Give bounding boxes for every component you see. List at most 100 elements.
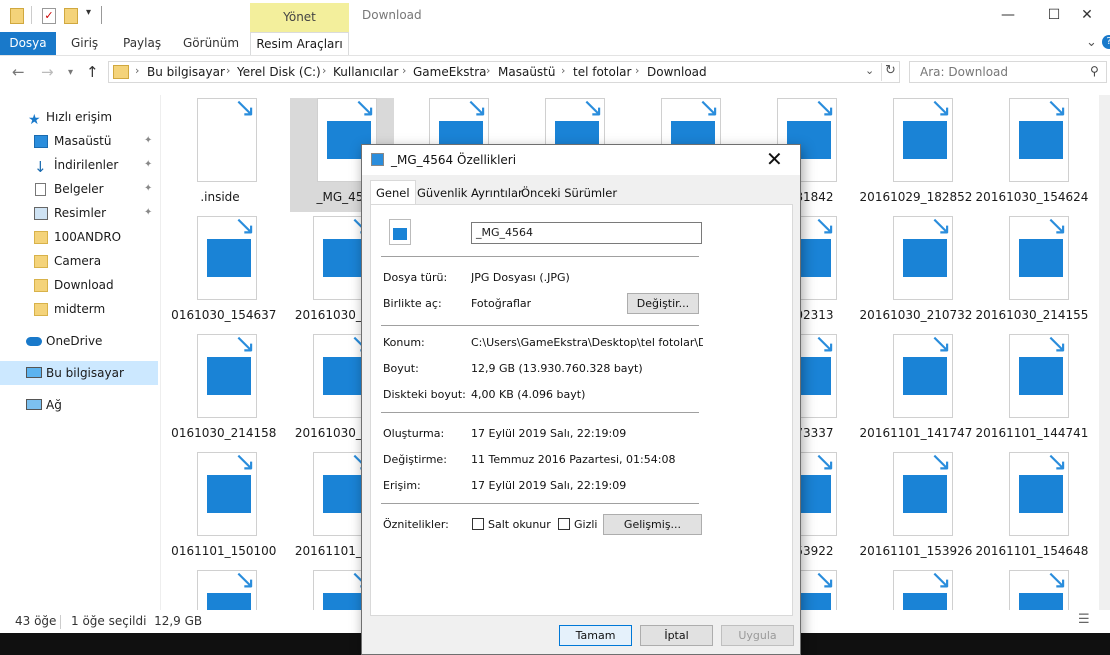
file-name: 20161101_154648	[975, 544, 1089, 558]
image-file-icon: ↘	[1009, 449, 1069, 536]
download-icon: ↓	[34, 158, 47, 176]
opens-with-label: Birlikte aç:	[383, 297, 442, 310]
vertical-scrollbar[interactable]	[1099, 95, 1110, 610]
file-item[interactable]: ↘ 20161029_182852	[860, 98, 972, 214]
divider	[101, 6, 102, 24]
apply-button[interactable]: Uygula	[721, 625, 794, 646]
change-button[interactable]: Değiştir...	[627, 293, 699, 314]
close-window-button[interactable]: ✕	[1064, 0, 1110, 30]
tab-security[interactable]: Güvenlik	[412, 183, 472, 204]
details-view-icon[interactable]: ☰	[1078, 612, 1090, 627]
image-file-icon	[371, 153, 384, 166]
address-dropdown-chevron-icon[interactable]: ⌄	[865, 64, 874, 77]
forward-arrow-icon[interactable]: →	[41, 63, 54, 81]
address-bar[interactable]: › Bu bilgisayar › Yerel Disk (C:) › Kull…	[108, 61, 900, 83]
hidden-checkbox[interactable]	[558, 518, 570, 530]
file-name: 20161101_141747	[859, 426, 973, 440]
nav-item-camera[interactable]: Camera	[0, 249, 160, 273]
refresh-icon[interactable]: ↻	[881, 63, 899, 81]
collapse-ribbon-icon[interactable]: ⌄	[1086, 35, 1097, 50]
crumb-users[interactable]: Kullanıcılar	[333, 65, 398, 79]
readonly-checkbox[interactable]	[472, 518, 484, 530]
recent-locations-chevron-icon[interactable]: ▾	[68, 67, 73, 78]
nav-item-download[interactable]: Download	[0, 273, 160, 297]
nav-item-network[interactable]: Ağ	[0, 393, 160, 417]
file-item[interactable]: ↘ 20161101_141747	[860, 331, 973, 450]
file-item[interactable]: ↘	[866, 567, 966, 610]
file-name: 20161030_210732	[859, 308, 973, 322]
nav-item-documents[interactable]: Belgeler ✦	[0, 177, 160, 201]
size-label: Boyut:	[383, 362, 419, 375]
created-label: Oluşturma:	[383, 427, 445, 440]
file-name: 20161030_154637	[170, 308, 277, 322]
crumb-tel-fotolar[interactable]: tel fotolar	[573, 65, 631, 79]
image-file-icon: ↘	[197, 331, 257, 418]
file-item[interactable]: ↘ 20161030_154637	[170, 213, 276, 332]
modified-label: Değiştirme:	[383, 453, 447, 466]
cancel-button[interactable]: İptal	[640, 625, 713, 646]
file-name-field[interactable]: _MG_4564	[471, 222, 702, 244]
folder-icon	[34, 231, 48, 244]
file-item[interactable]: ↘ 20161030_214158	[170, 331, 276, 450]
size-on-disk-label: Diskteki boyut:	[383, 388, 466, 401]
customize-quick-access-icon[interactable]: ▾	[86, 7, 91, 18]
tab-general[interactable]: Genel	[370, 180, 416, 205]
picture-glyph	[903, 357, 947, 395]
picture-glyph	[1019, 593, 1063, 610]
nav-item-label: Ağ	[46, 398, 62, 412]
properties-quick-access-icon[interactable]: ✓	[42, 8, 56, 24]
nav-item-this-pc[interactable]: Bu bilgisayar	[0, 361, 158, 385]
nav-item-onedrive[interactable]: OneDrive	[0, 329, 160, 353]
nav-item-label: Hızlı erişim	[46, 110, 113, 124]
nav-item-pictures[interactable]: Resimler ✦	[0, 201, 160, 225]
crumb-local-disk[interactable]: Yerel Disk (C:)	[237, 65, 321, 79]
file-item[interactable]: ↘ 20161030_154624	[976, 98, 1088, 214]
file-item[interactable]: ↘ 20161030_210732	[860, 211, 973, 332]
search-input[interactable]: Ara: Download ⚲	[909, 61, 1107, 83]
help-icon[interactable]: ?	[1102, 35, 1110, 49]
tab-share[interactable]: Paylaş	[123, 32, 161, 55]
file-item[interactable]: ↘ 20161101_144741	[976, 331, 1089, 450]
file-item[interactable]: ↘ 20161101_154648	[976, 449, 1089, 568]
crumb-user[interactable]: GameEkstra	[413, 65, 487, 79]
new-folder-quick-access-icon[interactable]	[64, 8, 78, 24]
folder-quick-access-icon[interactable]	[10, 8, 24, 24]
file-item[interactable]: ↘ 20161101_153926	[860, 449, 973, 568]
nav-item-label: midterm	[54, 302, 106, 316]
nav-item-desktop[interactable]: Masaüstü ✦	[0, 129, 160, 153]
crumb-desktop[interactable]: Masaüstü	[498, 65, 555, 79]
nav-item-midterm[interactable]: midterm	[0, 297, 160, 321]
picture-glyph	[207, 475, 251, 513]
navigation-pane: ★ Hızlı erişim Masaüstü ✦ ↓ İndirilenler…	[0, 95, 160, 610]
file-item[interactable]: ↘	[170, 567, 270, 610]
advanced-button[interactable]: Gelişmiş...	[603, 514, 702, 535]
hidden-label: Gizli	[574, 518, 598, 531]
file-item[interactable]: ↘	[982, 567, 1082, 610]
tab-file[interactable]: Dosya	[0, 32, 56, 55]
tab-view[interactable]: Görünüm	[183, 32, 239, 55]
nav-item-100andro[interactable]: 100ANDRO	[0, 225, 160, 249]
pin-icon: ✦	[144, 159, 153, 170]
file-item[interactable]: ↘ 20161101_150100	[170, 449, 276, 568]
shortcut-arrow-icon: ↘	[930, 211, 952, 241]
file-item[interactable]: ↘ 20161030_214155	[976, 213, 1089, 332]
nav-item-downloads[interactable]: ↓ İndirilenler ✦	[0, 153, 160, 177]
pane-divider	[160, 95, 161, 610]
back-arrow-icon[interactable]: ←	[12, 63, 25, 81]
file-item[interactable]: ↘ .inside	[170, 98, 270, 214]
picture-glyph	[1019, 475, 1063, 513]
accessed-label: Erişim:	[383, 479, 421, 492]
minimize-button[interactable]: —	[985, 0, 1031, 30]
chevron-right-icon: ›	[561, 64, 566, 77]
tab-previous-versions[interactable]: Önceki Sürümler	[516, 183, 622, 204]
tab-home[interactable]: Giriş	[71, 32, 98, 55]
up-arrow-icon[interactable]: ↑	[86, 63, 99, 81]
crumb-download[interactable]: Download	[647, 65, 707, 79]
pin-icon: ✦	[144, 183, 153, 194]
picture-glyph	[393, 228, 407, 240]
nav-item-quick-access[interactable]: ★ Hızlı erişim	[0, 105, 160, 129]
crumb-this-pc[interactable]: Bu bilgisayar	[147, 65, 225, 79]
ok-button[interactable]: Tamam	[559, 625, 632, 646]
dialog-close-icon[interactable]: ✕	[766, 147, 783, 171]
tab-picture-tools[interactable]: Resim Araçları	[250, 32, 349, 55]
